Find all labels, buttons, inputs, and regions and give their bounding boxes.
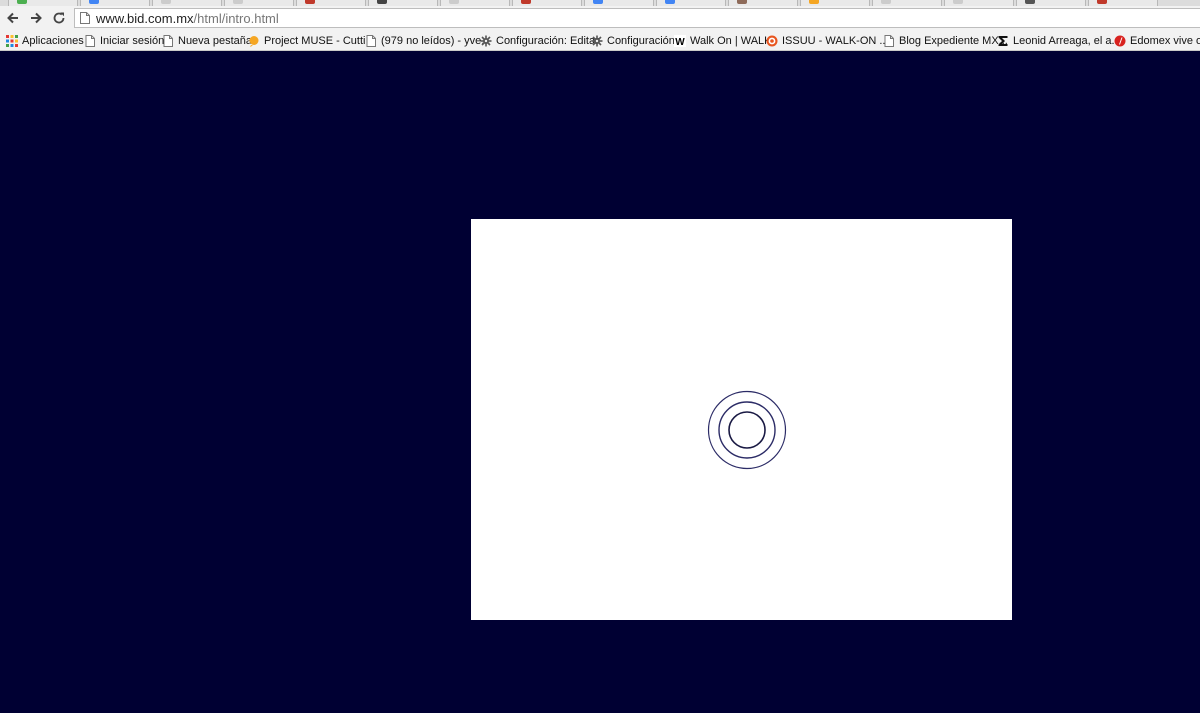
apps-grid-icon <box>6 34 18 47</box>
reload-icon <box>53 12 65 24</box>
tab-favicon-icon <box>161 0 171 4</box>
bookmark-label: ISSUU - WALK-ON ... <box>782 34 889 47</box>
tab-favicon-icon <box>881 0 891 4</box>
tab-favicon-icon <box>593 0 603 4</box>
tab-favicon-icon <box>89 0 99 4</box>
bookmark-label: Nueva pestaña <box>178 34 252 47</box>
tab-favicon-icon <box>665 0 675 4</box>
walk-w-icon: W <box>674 34 686 47</box>
sigma-icon <box>997 35 1009 47</box>
tab-favicon-icon <box>1025 0 1035 4</box>
tab-favicon-icon <box>449 0 459 4</box>
bookmark-label: Edomex vive ola d <box>1130 34 1200 47</box>
inner-ring <box>728 411 766 449</box>
bookmark-label: Blog Expediente MX... <box>899 34 1008 47</box>
outer-ring <box>707 390 787 470</box>
bookmark-project-muse[interactable]: Project MUSE - Cutti... <box>248 33 375 48</box>
bookmark-blog-expediente[interactable]: Blog Expediente MX... <box>883 33 1008 48</box>
bookmark-label: Leonid Arreaga, el a... <box>1013 34 1121 47</box>
tab-favicon-icon <box>377 0 387 4</box>
svg-text:W: W <box>675 37 685 47</box>
page-icon <box>84 34 96 47</box>
issuu-icon <box>766 35 778 47</box>
muse-icon <box>248 35 260 47</box>
browser-toolbar: www.bid.com.mx/html/intro.html <box>0 6 1200 30</box>
reload-button[interactable] <box>50 9 68 27</box>
bookmark-iniciar-sesion[interactable]: Iniciar sesión <box>84 33 164 48</box>
bookmark-label: Iniciar sesión <box>100 34 165 47</box>
tab-favicon-icon <box>953 0 963 4</box>
page-icon <box>365 34 377 47</box>
bookmark-label: Project MUSE - Cutti... <box>264 34 375 47</box>
forward-button[interactable] <box>27 9 45 27</box>
bookmark-label: Walk On | WALK <box>690 34 772 47</box>
concentric-circles-loader <box>707 390 787 470</box>
tab-favicon-icon <box>1097 0 1107 4</box>
back-arrow-icon <box>7 12 18 24</box>
bookmarks-bar: Aplicaciones Iniciar sesión Nueva pestañ… <box>0 30 1200 51</box>
bookmark-configuracion-editar[interactable]: Configuración: Editar <box>480 33 599 48</box>
middle-ring <box>718 401 776 459</box>
tab-favicon-icon <box>809 0 819 4</box>
gear-icon <box>591 35 603 47</box>
page-icon <box>80 12 90 24</box>
tab-favicon-icon <box>737 0 747 4</box>
gear-icon <box>480 35 492 47</box>
bookmark-aplicaciones[interactable]: Aplicaciones <box>6 33 84 48</box>
url-path: /html/intro.html <box>193 10 279 26</box>
page-viewport <box>0 51 1200 713</box>
tab-favicon-icon <box>305 0 315 4</box>
tab-favicon-icon <box>17 0 27 4</box>
bookmark-label: Aplicaciones <box>22 34 84 47</box>
page-icon <box>883 34 895 47</box>
tab-favicon-icon <box>521 0 531 4</box>
bookmark-nueva-pestana[interactable]: Nueva pestaña <box>162 33 252 48</box>
intro-stage[interactable] <box>471 219 1012 620</box>
bookmark-configuracion[interactable]: Configuración <box>591 33 675 48</box>
bookmark-issuu[interactable]: ISSUU - WALK-ON ... <box>766 33 889 48</box>
bookmark-label: Configuración <box>607 34 675 47</box>
bookmark-label: Configuración: Editar <box>496 34 599 47</box>
back-button[interactable] <box>4 9 22 27</box>
address-url: www.bid.com.mx/html/intro.html <box>96 11 279 26</box>
tab-favicon-icon <box>233 0 243 4</box>
bookmark-walk-on[interactable]: W Walk On | WALK <box>674 33 772 48</box>
address-bar[interactable]: www.bid.com.mx/html/intro.html <box>74 8 1200 28</box>
edomex-icon <box>1114 35 1126 47</box>
forward-arrow-icon <box>31 12 42 24</box>
bookmark-leonid-arreaga[interactable]: Leonid Arreaga, el a... <box>997 33 1121 48</box>
url-host: www.bid.com.mx <box>96 10 194 26</box>
bookmark-label: (979 no leídos) - yve... <box>381 34 491 47</box>
bookmark-no-leidos[interactable]: (979 no leídos) - yve... <box>365 33 490 48</box>
page-icon <box>162 34 174 47</box>
bookmark-edomex[interactable]: Edomex vive ola d <box>1114 33 1200 48</box>
